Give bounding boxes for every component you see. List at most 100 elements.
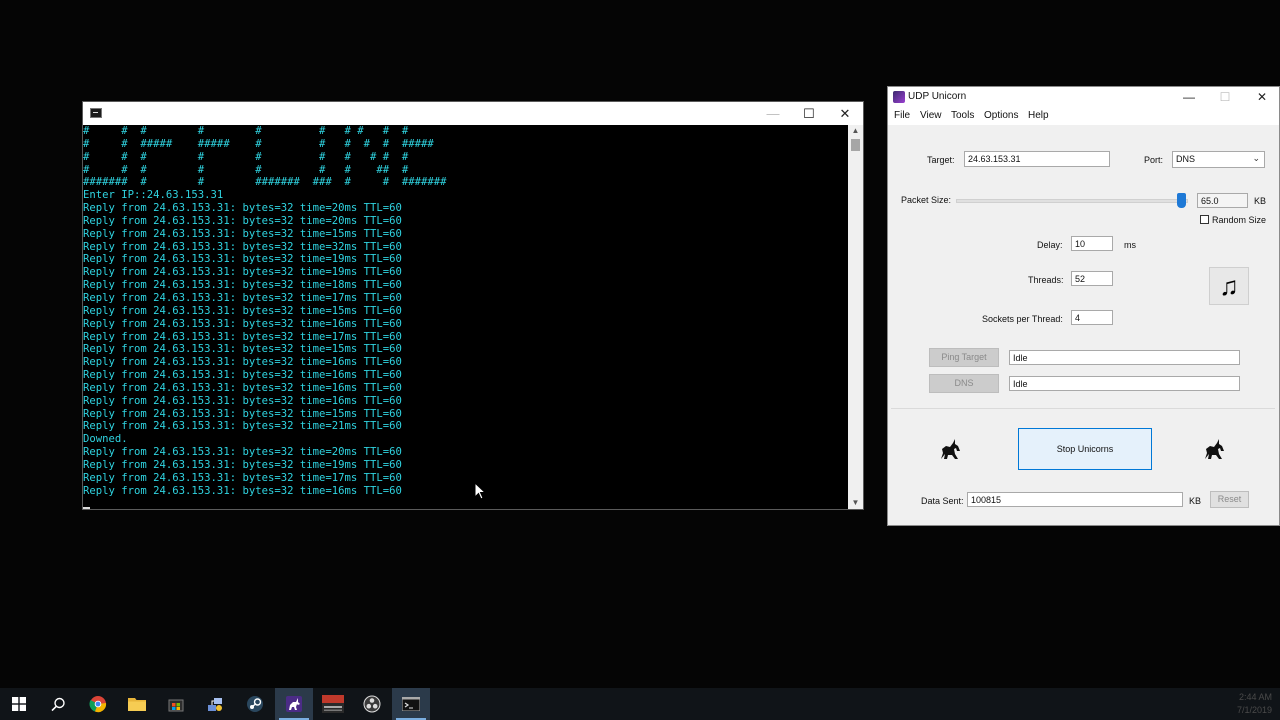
windows-logo-icon <box>12 697 26 711</box>
console-line: Reply from 24.63.153.31: bytes=32 time=1… <box>83 458 402 471</box>
network-tool-icon <box>208 698 222 711</box>
ping-target-button[interactable]: Ping Target <box>929 348 999 367</box>
delay-unit: ms <box>1124 240 1136 250</box>
chevron-down-icon: ⌄ <box>1252 153 1260 163</box>
console-line: Reply from 24.63.153.31: bytes=32 time=1… <box>83 330 402 343</box>
packet-size-input[interactable]: 65.0 <box>1197 193 1248 208</box>
menu-bar: File View Tools Options Help <box>888 107 1279 125</box>
music-toggle-button[interactable]: ♫ <box>1209 267 1249 305</box>
console-line: # # # # # # # # # # <box>83 150 409 163</box>
console-line: Reply from 24.63.153.31: bytes=32 time=1… <box>83 253 402 266</box>
section-divider <box>891 408 1275 409</box>
scroll-up-arrow-icon[interactable]: ▲ <box>848 125 863 137</box>
taskbar-store[interactable] <box>157 688 195 720</box>
console-close-button[interactable]: ✕ <box>827 102 863 125</box>
console-line: Reply from 24.63.153.31: bytes=32 time=1… <box>83 343 402 356</box>
obs-icon <box>363 695 381 713</box>
console-line: Reply from 24.63.153.31: bytes=32 time=2… <box>83 214 402 227</box>
unicorn-app-icon <box>893 91 905 103</box>
port-select-value: DNS <box>1176 154 1196 164</box>
console-line: Downed. <box>83 433 128 446</box>
reset-button[interactable]: Reset <box>1210 491 1249 508</box>
delay-label: Delay: <box>1037 240 1063 250</box>
scroll-thumb[interactable] <box>851 139 860 151</box>
console-line: Reply from 24.63.153.31: bytes=32 time=1… <box>83 407 402 420</box>
voicemeeter-icon <box>322 695 344 713</box>
menu-options[interactable]: Options <box>984 110 1018 121</box>
taskbar-voicemeeter[interactable] <box>314 688 352 720</box>
unicorn-close-button[interactable]: ✕ <box>1244 87 1280 107</box>
threads-input[interactable]: 52 <box>1071 271 1113 286</box>
console-line: Reply from 24.63.153.31: bytes=32 time=1… <box>83 369 402 382</box>
console-line: Reply from 24.63.153.31: bytes=32 time=1… <box>83 317 402 330</box>
system-clock[interactable]: 2:44 AM 7/1/2019 <box>1237 691 1272 717</box>
console-line: Enter IP::24.63.153.31 <box>83 189 224 202</box>
menu-help[interactable]: Help <box>1028 110 1049 121</box>
menu-view[interactable]: View <box>920 110 942 121</box>
random-size-checkbox[interactable] <box>1200 215 1209 224</box>
console-line: Reply from 24.63.153.31: bytes=32 time=1… <box>83 279 402 292</box>
menu-tools[interactable]: Tools <box>951 110 974 121</box>
console-line: # # ##### ##### # # # # # ##### <box>83 137 434 150</box>
taskbar-search-button[interactable] <box>39 688 77 720</box>
target-input[interactable]: 24.63.153.31 <box>964 151 1110 167</box>
folder-icon <box>128 698 146 711</box>
taskbar: 2:44 AM 7/1/2019 <box>0 688 1280 720</box>
console-line: Reply from 24.63.153.31: bytes=32 time=3… <box>83 240 402 253</box>
scroll-down-arrow-icon[interactable]: ▼ <box>848 497 863 509</box>
console-output[interactable]: # # # # # # # # # # # # ##### ##### # # #… <box>83 125 847 509</box>
dns-button[interactable]: DNS <box>929 374 999 393</box>
console-cursor <box>83 497 847 509</box>
packet-size-unit: KB <box>1254 196 1267 206</box>
target-label: Target: <box>927 155 955 165</box>
steam-icon <box>247 696 263 712</box>
dns-status-field: Idle <box>1009 376 1240 391</box>
console-app-icon <box>90 108 102 118</box>
unicorn-maximize-button[interactable]: ☐ <box>1207 87 1243 107</box>
packet-size-slider-track[interactable] <box>956 199 1188 203</box>
store-bag-icon <box>168 699 184 712</box>
console-maximize-button[interactable]: ☐ <box>791 102 827 125</box>
ping-status-field: Idle <box>1009 350 1240 365</box>
search-icon <box>50 697 65 711</box>
sockets-per-thread-label: Sockets per Thread: <box>982 314 1063 324</box>
console-scrollbar[interactable]: ▲ ▼ <box>848 125 863 509</box>
console-line: ####### # # ####### ### # # ####### <box>83 176 447 189</box>
taskbar-udp-unicorn[interactable] <box>275 688 313 720</box>
console-line: # # # # # # # ## # <box>83 163 409 176</box>
stop-unicorns-button[interactable]: Stop Unicorns <box>1018 428 1152 470</box>
delay-input[interactable]: 10 <box>1071 236 1113 251</box>
unicorn-minimize-button[interactable]: — <box>1171 87 1207 107</box>
console-title-bar[interactable]: — ☐ ✕ <box>83 102 863 125</box>
taskbar-obs[interactable] <box>353 688 391 720</box>
console-line: Reply from 24.63.153.31: bytes=32 time=2… <box>83 446 402 459</box>
console-line: Reply from 24.63.153.31: bytes=32 time=1… <box>83 266 402 279</box>
console-line: Reply from 24.63.153.31: bytes=32 time=1… <box>83 381 402 394</box>
menu-file[interactable]: File <box>894 110 910 121</box>
console-line: Reply from 24.63.153.31: bytes=32 time=1… <box>83 304 402 317</box>
taskbar-steam[interactable] <box>236 688 274 720</box>
unicorn-app-icon <box>286 696 302 712</box>
data-sent-field: 100815 <box>967 492 1183 507</box>
window-title: UDP Unicorn <box>908 91 967 102</box>
taskbar-file-explorer[interactable] <box>118 688 156 720</box>
udp-unicorn-window[interactable]: UDP Unicorn — ☐ ✕ File View Tools Option… <box>887 86 1280 526</box>
console-window[interactable]: — ☐ ✕ # # # # # # # # # # # # ##### #####… <box>82 101 864 510</box>
console-line: # # # # # # # # # # <box>83 125 409 137</box>
unicorn-icon <box>1205 439 1224 459</box>
packet-size-label: Packet Size: <box>901 195 952 205</box>
packet-size-slider-thumb[interactable] <box>1176 193 1186 208</box>
console-minimize-button[interactable]: — <box>755 102 791 125</box>
taskbar-command-prompt[interactable] <box>392 688 430 720</box>
random-size-label: Random Size <box>1212 215 1267 225</box>
sockets-per-thread-input[interactable]: 4 <box>1071 310 1113 325</box>
port-select[interactable]: DNS ⌄ <box>1172 151 1265 168</box>
music-note-icon: ♫ <box>1219 271 1239 301</box>
taskbar-chrome[interactable] <box>79 688 117 720</box>
mouse-pointer-icon <box>474 482 486 500</box>
start-button[interactable] <box>0 688 38 720</box>
console-line: Reply from 24.63.153.31: bytes=32 time=1… <box>83 484 402 497</box>
unicorn-title-bar[interactable]: UDP Unicorn — ☐ ✕ <box>888 87 1279 107</box>
taskbar-network-tool[interactable] <box>196 688 234 720</box>
chrome-icon <box>89 696 107 713</box>
